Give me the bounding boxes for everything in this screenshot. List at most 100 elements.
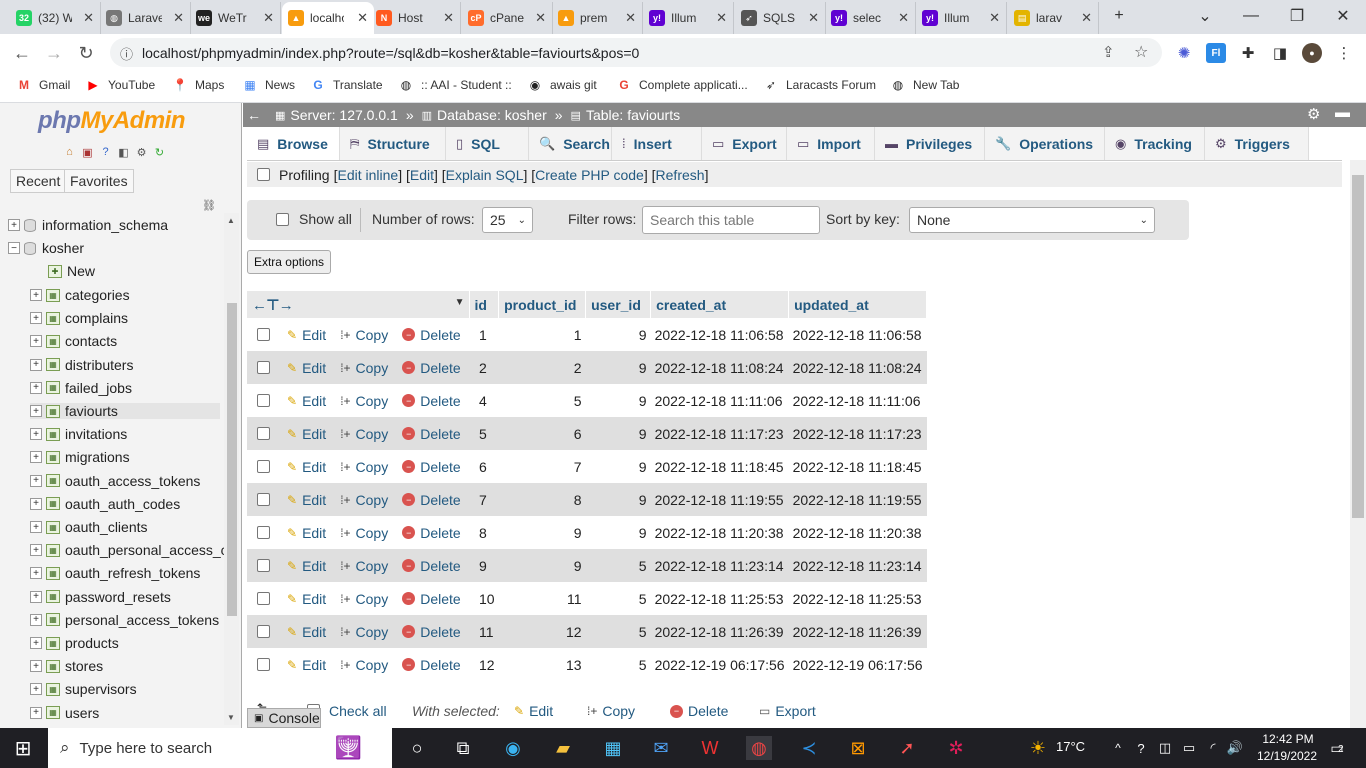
cell-user_id[interactable]: 9: [585, 318, 651, 351]
tree-table-failed_jobs[interactable]: + ▦ failed_jobs: [30, 380, 132, 396]
browser-tab[interactable]: ◍ Laravel ✕: [100, 2, 191, 34]
expand-icon[interactable]: +: [30, 683, 42, 696]
column-resize-controls[interactable]: ←⊤→ ▼: [247, 291, 470, 318]
cell-product_id[interactable]: 9: [498, 516, 586, 549]
cell-created_at[interactable]: 2022-12-18 11:20:38: [650, 516, 789, 549]
breadcrumb-server[interactable]: ▦ Server: 127.0.0.1: [275, 107, 398, 123]
row-delete-button[interactable]: − Delete: [402, 459, 461, 475]
row-delete-button[interactable]: − Delete: [402, 525, 461, 541]
cell-product_id[interactable]: 7: [498, 450, 586, 483]
row-edit-button[interactable]: ✎ Edit: [287, 624, 326, 640]
restore-icon[interactable]: ❐: [1274, 0, 1320, 32]
browser-tab[interactable]: we WeTr ✕: [190, 2, 281, 34]
row-copy-button[interactable]: ⁞+ Copy: [340, 492, 388, 508]
bookmark-item[interactable]: G Translate: [310, 77, 382, 93]
nav-scroll-down-icon[interactable]: ▼: [227, 713, 235, 722]
bulk-export-button[interactable]: ▭ Export: [759, 703, 816, 719]
row-copy-button[interactable]: ⁞+ Copy: [340, 327, 388, 343]
side-panel-icon[interactable]: ◨: [1270, 43, 1290, 63]
cell-user_id[interactable]: 9: [585, 351, 651, 384]
tab-search[interactable]: 🔍 Search: [529, 127, 612, 160]
cell-updated_at[interactable]: 2022-12-18 11:20:38: [788, 516, 927, 549]
cell-id[interactable]: 2: [469, 351, 499, 384]
row-checkbox[interactable]: [257, 559, 270, 572]
taskbar-search-box[interactable]: ⌕ Type here to search 🕎: [48, 728, 392, 768]
tree-table-password_resets[interactable]: + ▦ password_resets: [30, 589, 171, 605]
expand-icon[interactable]: +: [30, 567, 42, 580]
clock-date[interactable]: 12/19/2022: [1252, 749, 1322, 763]
weather-temp[interactable]: 17°C: [1056, 739, 1085, 754]
extensions-puzzle-icon[interactable]: ✚: [1238, 43, 1258, 63]
close-icon[interactable]: ✕: [173, 10, 184, 26]
tree-table-distributers[interactable]: + ▦ distributers: [30, 357, 133, 373]
cell-updated_at[interactable]: 2022-12-18 11:25:53: [788, 582, 927, 615]
row-checkbox[interactable]: [257, 493, 270, 506]
row-delete-button[interactable]: − Delete: [402, 327, 461, 343]
new-tab-icon[interactable]: +: [1096, 0, 1142, 32]
reload-nav-icon[interactable]: ↻: [152, 145, 167, 159]
tab-export[interactable]: ▭ Export: [702, 127, 787, 160]
tab-structure[interactable]: ⛿ Structure: [340, 127, 446, 160]
row-edit-button[interactable]: ✎ Edit: [287, 657, 326, 673]
cell-user_id[interactable]: 5: [585, 615, 651, 648]
share-icon[interactable]: ⇪: [1102, 43, 1115, 61]
row-edit-button[interactable]: ✎ Edit: [287, 360, 326, 376]
row-delete-button[interactable]: − Delete: [402, 624, 461, 640]
cell-id[interactable]: 4: [469, 384, 499, 417]
reload-icon[interactable]: ↻: [74, 41, 98, 65]
row-copy-button[interactable]: ⁞+ Copy: [340, 459, 388, 475]
browser-tab[interactable]: ▲ localhost ✕: [282, 2, 374, 34]
tree-table-oauth_auth_codes[interactable]: + ▦ oauth_auth_codes: [30, 496, 180, 512]
row-copy-button[interactable]: ⁞+ Copy: [340, 624, 388, 640]
cell-id[interactable]: 5: [469, 417, 499, 450]
expand-icon[interactable]: +: [30, 312, 42, 325]
cell-created_at[interactable]: 2022-12-18 11:06:58: [650, 318, 789, 351]
column-header-user_id[interactable]: user_id: [585, 291, 652, 318]
expand-icon[interactable]: +: [30, 405, 42, 417]
cell-created_at[interactable]: 2022-12-18 11:19:55: [650, 483, 789, 516]
settings-icon[interactable]: ⚙: [134, 145, 149, 159]
cell-updated_at[interactable]: 2022-12-18 11:08:24: [788, 351, 927, 384]
cell-updated_at[interactable]: 2022-12-18 11:19:55: [788, 483, 927, 516]
bookmark-item[interactable]: M Gmail: [16, 77, 70, 93]
tree-table-oauth_clients[interactable]: + ▦ oauth_clients: [30, 519, 148, 535]
breadcrumb-table[interactable]: ▤ Table: faviourts: [571, 107, 681, 123]
tree-table-oauth_access_tokens[interactable]: + ▦ oauth_access_tokens: [30, 473, 200, 489]
explain-sql-link[interactable]: Explain SQL: [446, 167, 524, 183]
expand-icon[interactable]: +: [30, 590, 42, 603]
row-delete-button[interactable]: − Delete: [402, 591, 461, 607]
cell-created_at[interactable]: 2022-12-18 11:23:14: [650, 549, 789, 582]
row-checkbox[interactable]: [257, 526, 270, 539]
cell-created_at[interactable]: 2022-12-18 11:17:23: [650, 417, 789, 450]
xampp-icon[interactable]: ⊠: [845, 736, 871, 760]
close-icon[interactable]: ✕: [1081, 10, 1092, 26]
console-toggle[interactable]: ▣ Console: [247, 708, 321, 728]
cell-product_id[interactable]: 9: [498, 549, 586, 582]
tab-insert[interactable]: ⁞ Insert: [612, 127, 702, 160]
profiling-checkbox[interactable]: [257, 168, 270, 181]
edit-inline-link[interactable]: Edit inline: [337, 167, 398, 183]
help-icon[interactable]: ?: [1128, 736, 1154, 760]
cell-id[interactable]: 6: [469, 450, 499, 483]
bookmark-item[interactable]: ◍:: AAI - Student ::: [398, 77, 512, 93]
tree-table-stores[interactable]: + ▦ stores: [30, 658, 103, 674]
tree-table-oauth_personal_access_cl[interactable]: + ▦ oauth_personal_access_cl: [30, 542, 231, 558]
bookmark-item[interactable]: G Complete applicati...: [616, 77, 747, 93]
tree-table-migrations[interactable]: + ▦ migrations: [30, 449, 130, 465]
collapse-arrow-icon[interactable]: ←: [247, 107, 261, 123]
tab-privileges[interactable]: ▬ Privileges: [875, 127, 985, 160]
close-icon[interactable]: ✕: [989, 10, 1000, 26]
row-edit-button[interactable]: ✎ Edit: [287, 393, 326, 409]
tab-import[interactable]: ▭ Import: [787, 127, 875, 160]
row-checkbox[interactable]: [257, 361, 270, 374]
browser-tab[interactable]: ▤ larav ✕: [1008, 2, 1099, 34]
cell-user_id[interactable]: 9: [585, 483, 651, 516]
favorites-tab[interactable]: Favorites: [64, 169, 134, 193]
cell-id[interactable]: 1: [469, 318, 499, 351]
notification-icon[interactable]: ▭: [1324, 736, 1350, 760]
cortana-icon[interactable]: ○: [404, 736, 430, 760]
cell-product_id[interactable]: 5: [498, 384, 586, 417]
tree-table-invitations[interactable]: + ▦ invitations: [30, 426, 127, 442]
cell-user_id[interactable]: 5: [585, 648, 651, 681]
sort-key-select[interactable]: None ⌄: [909, 207, 1155, 233]
